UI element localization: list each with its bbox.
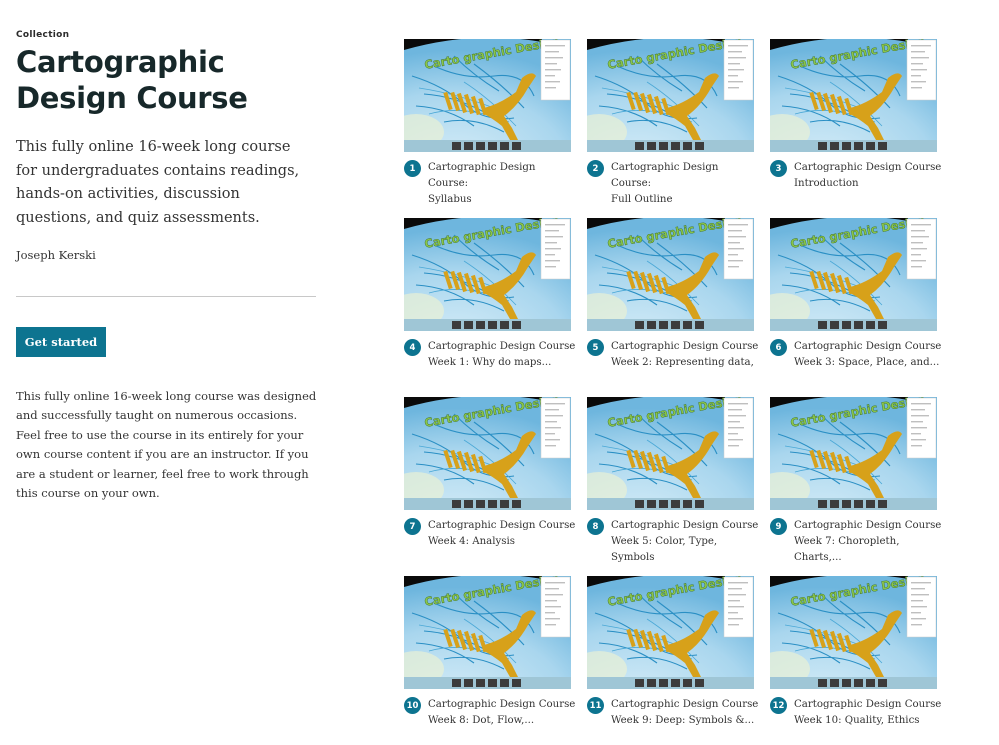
author-name: Joseph Kerski [16, 248, 96, 262]
item-number-badge: 3 [770, 160, 787, 177]
item-number-badge: 7 [404, 518, 421, 535]
story-card[interactable]: Carto graphic Design 5 Cartographic Design… [587, 215, 759, 387]
item-number-badge: 9 [770, 518, 787, 535]
story-card-title[interactable]: Cartographic Design Course: Full Outline [611, 160, 759, 208]
item-number-badge: 8 [587, 518, 604, 535]
story-card[interactable]: Carto graphic Design 1 Cartographic Design… [404, 36, 574, 208]
thumbnail-image: Carto graphic Design [770, 215, 937, 331]
story-card[interactable]: Carto graphic Design 7 Cartographic Design… [404, 394, 576, 566]
thumbnail-image: Carto graphic Design [404, 573, 571, 689]
item-number-badge: 2 [587, 160, 604, 177]
get-started-button[interactable]: Get started [16, 327, 106, 357]
story-card-title[interactable]: Cartographic Design Course Week 9: Deep:… [611, 697, 759, 729]
thumbnail-image: Carto graphic Design [770, 36, 937, 152]
story-card-title[interactable]: Cartographic Design Course Week 2: Repre… [611, 339, 759, 371]
collection-description: This fully online 16-week long course wa… [16, 389, 317, 501]
story-card[interactable]: Carto graphic Design 10 Cartographic Desig… [404, 573, 576, 745]
story-card[interactable]: Carto graphic Design 2 Cartographic Design… [587, 36, 757, 208]
story-card-title[interactable]: Cartographic Design Course Introduction [794, 160, 942, 192]
story-card[interactable]: Carto graphic Design 3 Cartographic Design… [770, 36, 942, 208]
item-number-badge: 4 [404, 339, 421, 356]
thumbnail-image: Carto graphic Design [587, 573, 754, 689]
item-number-badge: 10 [404, 697, 421, 714]
story-card-title[interactable]: Cartographic Design Course Week 8: Dot, … [428, 697, 576, 729]
collection-eyebrow: Collection [16, 30, 70, 40]
story-card-title[interactable]: Cartographic Design Course: Syllabus [428, 160, 576, 208]
item-number-badge: 5 [587, 339, 604, 356]
story-card-title[interactable]: Cartographic Design Course Week 10: Qual… [794, 697, 942, 729]
story-card[interactable]: Carto graphic Design 9 Cartographic Design… [770, 394, 942, 566]
thumbnail-image: Carto graphic Design [404, 394, 571, 510]
thumbnail-image: Carto graphic Design [587, 36, 754, 152]
thumbnail-image: Carto graphic Design [770, 394, 937, 510]
thumbnail-image: Carto graphic Design [404, 215, 571, 331]
story-card-title[interactable]: Cartographic Design Course Week 4: Analy… [428, 518, 576, 550]
page-title: Cartographic Design Course [16, 45, 248, 115]
item-number-badge: 12 [770, 697, 787, 714]
story-card-grid: Carto graphic Design 1 Cartographic Design… [404, 0, 944, 728]
item-number-badge: 11 [587, 697, 604, 714]
story-card[interactable]: Carto graphic Design 6 Cartographic Design… [770, 215, 942, 387]
item-number-badge: 1 [404, 160, 421, 177]
divider [16, 296, 316, 297]
story-card-title[interactable]: Cartographic Design Course Week 5: Color… [611, 518, 759, 566]
thumbnail-image: Carto graphic Design [587, 215, 754, 331]
story-card[interactable]: Carto graphic Design 4 Cartographic Design… [404, 215, 576, 387]
collection-summary: This fully online 16-week long course fo… [16, 139, 300, 226]
story-card-title[interactable]: Cartographic Design Course Week 3: Space… [794, 339, 942, 371]
story-card[interactable]: Carto graphic Design 12 Cartographic Desig… [770, 573, 942, 745]
story-card[interactable]: Carto graphic Design 11 Cartographic Desig… [587, 573, 759, 745]
thumbnail-image: Carto graphic Design [587, 394, 754, 510]
thumbnail-image: Carto graphic Design [404, 36, 571, 152]
story-card-title[interactable]: Cartographic Design Course Week 1: Why d… [428, 339, 576, 371]
story-card[interactable]: Carto graphic Design 8 Cartographic Design… [587, 394, 759, 566]
story-card-title[interactable]: Cartographic Design Course Week 7: Choro… [794, 518, 942, 566]
thumbnail-image: Carto graphic Design [770, 573, 937, 689]
item-number-badge: 6 [770, 339, 787, 356]
